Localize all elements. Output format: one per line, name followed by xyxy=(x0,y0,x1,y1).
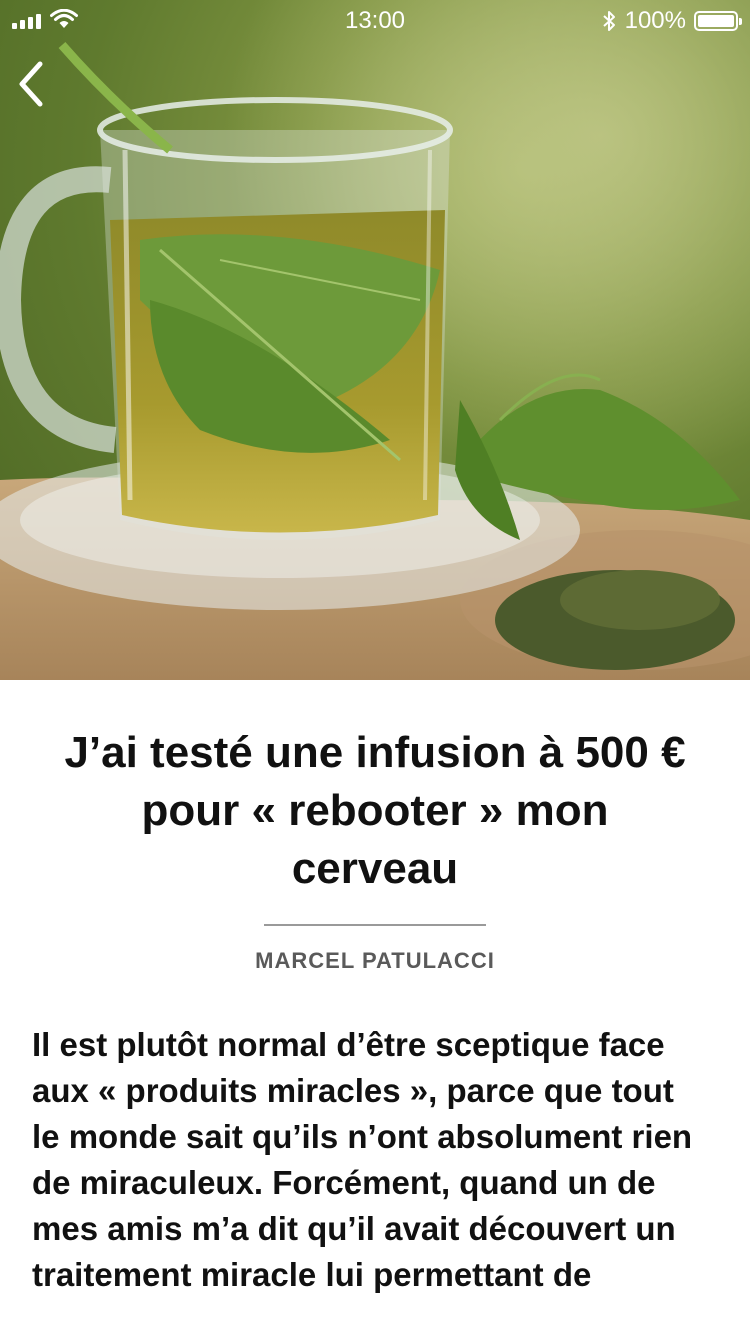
article-author[interactable]: MARCEL PATULACCI xyxy=(0,948,750,974)
bluetooth-icon xyxy=(602,11,615,31)
back-button[interactable] xyxy=(8,54,60,114)
status-bar: 13:00 100% xyxy=(0,0,750,40)
tea-cup-illustration xyxy=(0,0,750,680)
title-divider xyxy=(264,924,486,926)
battery-percent: 100% xyxy=(624,7,686,34)
article-body: Il est plutôt normal d’être sceptique fa… xyxy=(32,1026,693,1293)
status-right: 100% xyxy=(601,7,742,35)
hero-image xyxy=(0,0,750,680)
article-title: J’ai testé une infusion à 500 € pour « r… xyxy=(64,728,686,893)
article: J’ai testé une infusion à 500 € pour « r… xyxy=(0,680,750,1334)
chevron-left-icon xyxy=(19,61,43,107)
battery-level xyxy=(698,15,734,27)
battery-icon xyxy=(694,11,742,31)
